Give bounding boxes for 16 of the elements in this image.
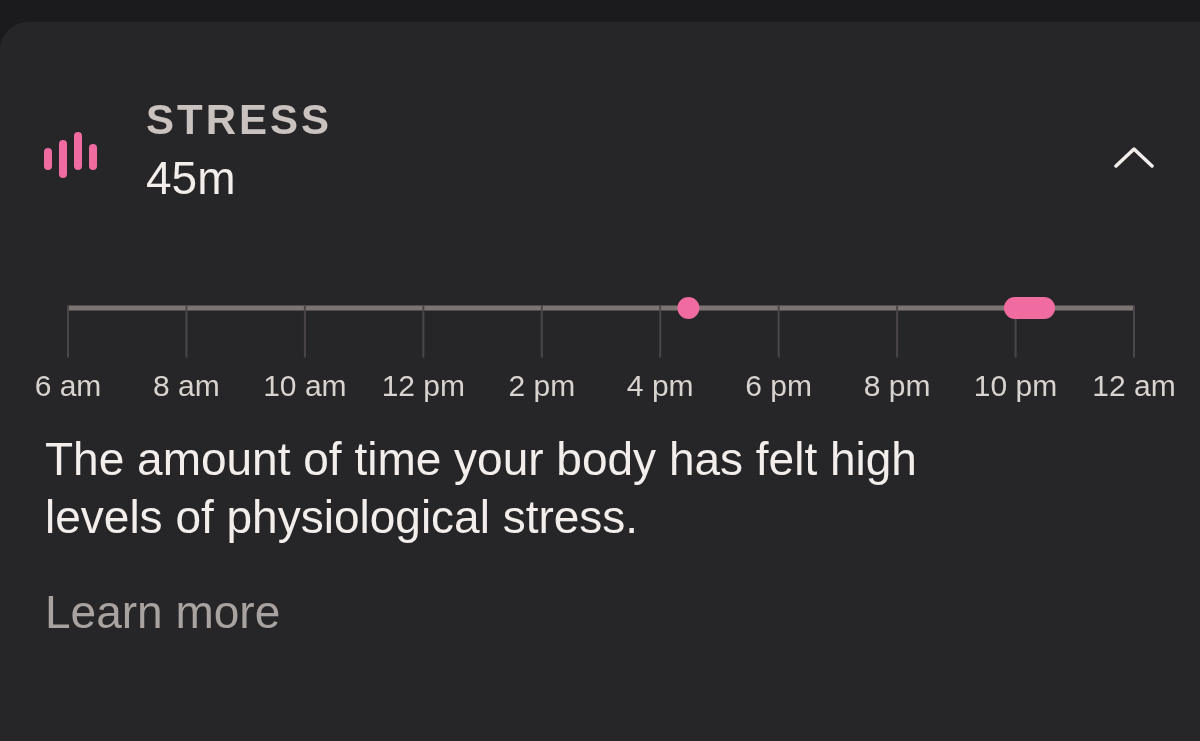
axis-label: 6 am <box>34 369 102 402</box>
axis-label: 2 pm <box>508 369 576 402</box>
stress-event-dot <box>677 297 700 319</box>
axis-label: 6 pm <box>745 369 812 402</box>
axis-label: 10 pm <box>973 369 1058 402</box>
axis-label: 8 pm <box>863 369 931 402</box>
axis-label: 4 pm <box>626 369 694 402</box>
stress-event-bar <box>1003 297 1056 319</box>
axis-label: 12 pm <box>381 369 466 402</box>
card-title: STRESS <box>146 95 333 145</box>
axis-label: 12 am <box>1092 369 1176 402</box>
learn-more-link[interactable]: Learn more <box>45 584 281 640</box>
axis-label: 8 am <box>153 369 220 402</box>
description-text: The amount of time your body has felt high levels of physiological stress. <box>45 432 918 545</box>
stress-duration: 45m <box>146 151 237 206</box>
axis-label: 10 am <box>263 369 347 402</box>
